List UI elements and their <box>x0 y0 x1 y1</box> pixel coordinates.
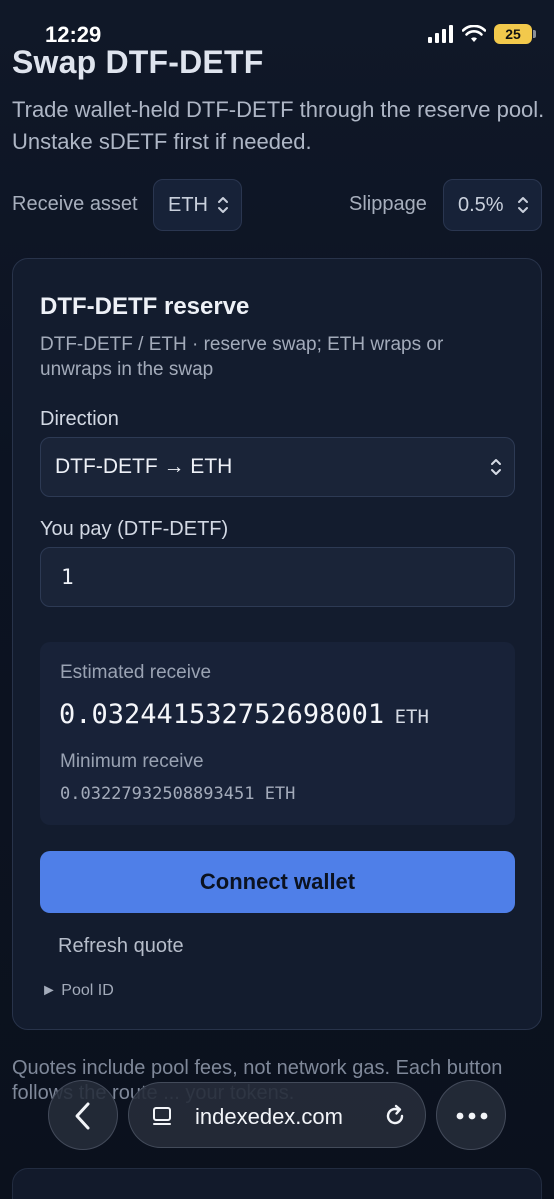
receive-asset-label: Receive asset <box>12 193 138 215</box>
signal-icon <box>428 25 453 43</box>
pool-id-toggle[interactable]: ► Pool ID <box>41 982 114 1000</box>
page-description: Trade wallet-held DTF-DETF through the r… <box>12 97 545 154</box>
estimate-panel: Estimated receive 0.032441532752698001 E… <box>40 642 515 825</box>
slippage-label: Slippage <box>349 193 427 215</box>
more-dots-icon <box>456 1112 488 1120</box>
slippage-select[interactable]: 0.5% <box>443 179 542 231</box>
address-bar[interactable]: indexedex.com <box>128 1082 426 1148</box>
card-subtitle: DTF-DETF / ETH · reserve swap; ETH wraps… <box>40 334 444 380</box>
slippage-value: 0.5% <box>458 194 504 216</box>
refresh-quote-button[interactable]: Refresh quote <box>58 935 184 958</box>
estimated-receive-unit: ETH <box>394 706 429 728</box>
more-options-button[interactable] <box>436 1080 506 1150</box>
connect-wallet-button[interactable]: Connect wallet <box>40 851 515 913</box>
receive-asset-select[interactable]: ETH <box>153 179 242 231</box>
chevron-updown-icon <box>218 197 228 213</box>
direction-select[interactable]: DTF-DETF → ETH <box>40 437 515 497</box>
page-menu-icon <box>153 1107 171 1125</box>
direction-value: DTF-DETF → ETH <box>55 455 233 478</box>
next-card <box>12 1168 542 1199</box>
estimated-receive: 0.032441532752698001 ETH <box>59 699 429 730</box>
browser-toolbar: indexedex.com <box>0 1080 554 1152</box>
chevron-left-icon <box>75 1102 90 1130</box>
pay-amount-value: 1 <box>61 565 74 589</box>
pay-amount-input[interactable]: 1 <box>40 547 515 607</box>
reload-icon[interactable] <box>383 1104 407 1128</box>
battery-icon: 25 <box>494 24 536 44</box>
pay-label: You pay (DTF-DETF) <box>40 518 229 540</box>
card-title: DTF-DETF reserve <box>40 293 250 320</box>
controls-row: Receive asset ETH Slippage 0.5% <box>12 179 542 231</box>
back-button[interactable] <box>48 1080 118 1150</box>
receive-asset-value: ETH <box>168 194 208 216</box>
minimum-receive-label: Minimum receive <box>60 751 204 772</box>
estimated-receive-label: Estimated receive <box>60 662 212 683</box>
chevron-updown-icon <box>518 197 528 213</box>
wifi-icon <box>462 25 486 42</box>
url-text: indexedex.com <box>195 1104 343 1129</box>
chevron-updown-icon <box>491 459 501 475</box>
status-time: 12:29 <box>45 22 102 47</box>
minimum-receive-value: 0.03227932508893451 ETH <box>60 784 296 804</box>
direction-label: Direction <box>40 408 119 430</box>
estimated-receive-value: 0.032441532752698001 <box>59 699 385 730</box>
status-icons: 25 <box>428 24 536 44</box>
reserve-swap-card: DTF-DETF reserve DTF-DETF / ETH · reserv… <box>12 258 542 1030</box>
status-bar: 12:29 25 <box>0 0 554 62</box>
